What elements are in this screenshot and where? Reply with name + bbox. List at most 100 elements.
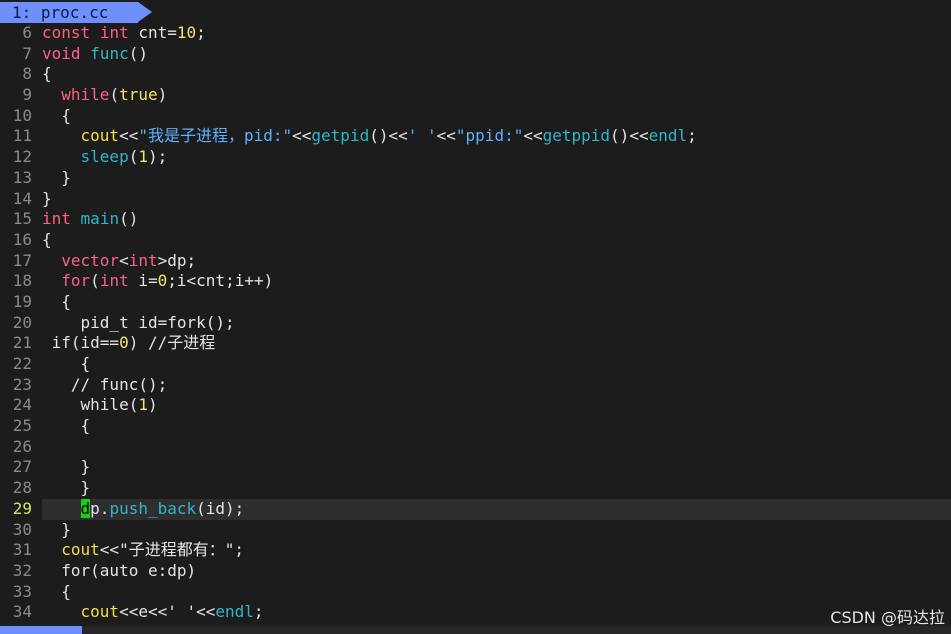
code-text: ) — [147, 395, 158, 415]
code-text: { — [42, 64, 52, 84]
code-text: >dp; — [157, 250, 197, 270]
statusline — [0, 626, 951, 634]
code-line[interactable]: 9 while(true) — [0, 85, 951, 106]
line-number: 11 — [12, 126, 32, 146]
code-line[interactable]: 14} — [0, 189, 951, 210]
line-number: 25 — [12, 416, 32, 436]
code-text: } — [42, 188, 52, 208]
code-content: } — [42, 478, 91, 499]
type-token: int — [99, 23, 129, 42]
number-token: 10 — [176, 23, 197, 42]
code-line[interactable]: 23 // func(); — [0, 375, 951, 396]
line-number: 22 — [12, 354, 32, 373]
code-text: <<"子进程都有："; — [99, 540, 244, 560]
code-line[interactable]: 25 { — [0, 416, 951, 437]
cursor: d — [80, 498, 91, 518]
code-content: while(1) — [42, 395, 158, 416]
code-line[interactable]: 27 } — [0, 457, 951, 478]
code-line[interactable]: 20 pid_t id=fork(); — [0, 313, 951, 334]
code-text: } — [42, 457, 91, 477]
string-token: "我是子进程，pid:" — [138, 126, 293, 146]
line-number: 23 — [12, 374, 32, 394]
code-line[interactable]: 18 for(int i=0;i<cnt;i++) — [0, 271, 951, 292]
code-line[interactable]: 29 dp.push_back(id); — [0, 498, 951, 520]
code-line[interactable]: 22 { — [0, 354, 951, 375]
code-line[interactable]: 34 cout<<e<<' '<<endl; — [0, 602, 951, 623]
code-content: sleep(1); — [42, 147, 168, 168]
code-text: { — [42, 581, 71, 601]
tab-separator-arrow — [138, 2, 152, 22]
code-text: pid_t id=fork(); — [42, 312, 235, 332]
code-content: void func() — [42, 44, 148, 65]
function-token: endl — [215, 602, 254, 622]
identifier-token: cout — [80, 126, 120, 146]
line-number: 27 — [12, 457, 32, 477]
code-content: { — [42, 354, 91, 375]
code-text: p. — [90, 498, 110, 518]
code-line[interactable]: 15 int main() — [0, 209, 951, 230]
line-number: 24 — [12, 395, 32, 415]
line-number: 16 — [12, 229, 32, 249]
code-text: i= — [128, 271, 158, 291]
code-content: for(int i=0;i<cnt;i++) — [42, 271, 273, 292]
code-line[interactable]: 11 cout<<"我是子进程，pid:"<<getpid()<<' '<<"p… — [0, 126, 951, 147]
code-text: ; — [196, 23, 206, 42]
string-token: ' ' — [407, 126, 437, 146]
code-line[interactable]: 26 — [0, 437, 951, 458]
code-text: // func(); — [42, 374, 168, 394]
code-text: { — [42, 105, 71, 125]
code-text: << — [436, 126, 456, 146]
code-line[interactable]: 21 if(id==0) //子进程 — [0, 333, 951, 354]
code-line[interactable]: 16 { — [0, 230, 951, 251]
number-token: 1 — [138, 147, 148, 167]
code-text: (id); — [196, 498, 245, 518]
code-line[interactable]: 12 sleep(1); — [0, 147, 951, 168]
code-content: } — [42, 457, 91, 478]
code-text: << — [523, 126, 543, 146]
function-token: getppid — [542, 126, 611, 146]
code-line[interactable]: 10 { — [0, 106, 951, 127]
line-number: 17 — [12, 250, 32, 270]
code-content: { — [42, 64, 52, 85]
code-line[interactable]: 30 } — [0, 520, 951, 541]
code-line[interactable]: 17 vector<int>dp; — [0, 251, 951, 272]
code-line[interactable]: 7 void func() — [0, 44, 951, 65]
code-line[interactable]: 13 } — [0, 168, 951, 189]
code-text: { — [42, 416, 91, 436]
code-line[interactable]: 28 } — [0, 478, 951, 499]
code-line[interactable]: 8{ — [0, 64, 951, 85]
code-line[interactable]: 6 const int cnt=10; — [0, 23, 951, 44]
code-text: () — [128, 43, 148, 63]
code-line[interactable]: 32 for(auto e:dp) — [0, 561, 951, 582]
watermark: CSDN @码达拉 — [830, 608, 945, 627]
line-number: 26 — [12, 436, 32, 456]
code-text: } — [42, 519, 71, 539]
line-number: 20 — [12, 312, 32, 332]
type-token: void — [42, 43, 81, 63]
line-number: 34 — [12, 602, 32, 622]
code-content: { — [42, 582, 71, 603]
tab-proc-cc[interactable]: 1: proc.cc — [0, 2, 138, 23]
code-text: <<e<<' '<< — [119, 602, 216, 622]
code-text: ( — [90, 271, 100, 291]
keyword-token: vector — [61, 250, 120, 270]
code-line[interactable]: 33 { — [0, 582, 951, 603]
code-content: while(true) — [42, 85, 167, 106]
code-text: ; — [253, 602, 264, 622]
code-content: cout<<e<<' '<<endl; — [42, 602, 264, 623]
line-number: 15 — [12, 209, 32, 229]
function-token: endl — [648, 126, 688, 146]
code-line[interactable]: 19 { — [0, 292, 951, 313]
code-editor[interactable]: 6 const int cnt=10; 7 void func() 8{9 while(… — [0, 23, 951, 623]
code-content: // func(); — [42, 375, 167, 396]
code-line[interactable]: 31 cout<<"子进程都有："; — [0, 540, 951, 561]
line-number: 7 — [22, 43, 32, 63]
code-line[interactable]: 24 while(1) — [0, 395, 951, 416]
